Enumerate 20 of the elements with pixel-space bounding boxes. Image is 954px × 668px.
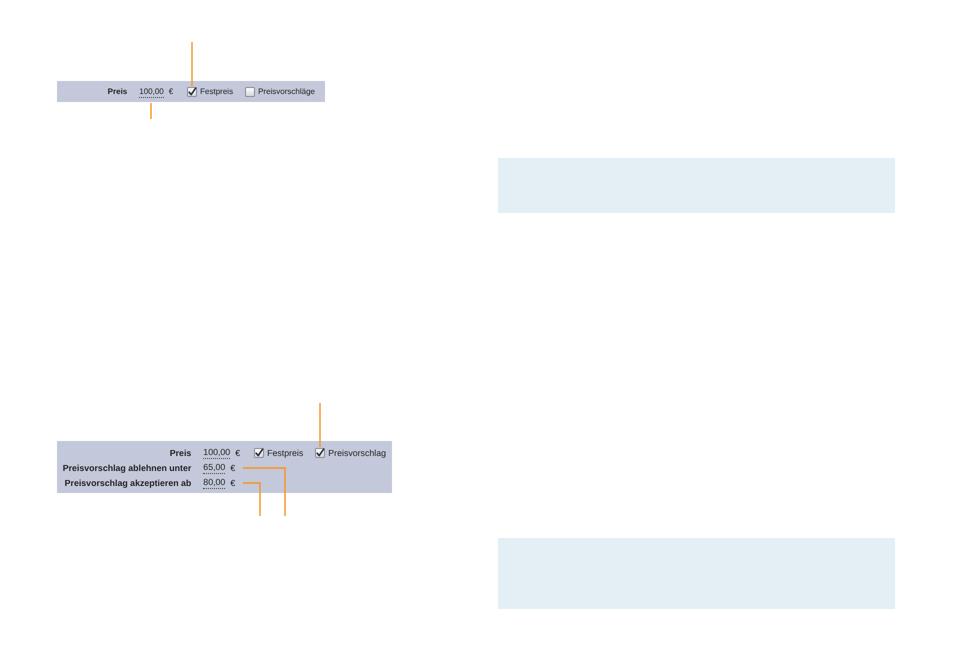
currency-label: € xyxy=(168,87,174,96)
checkbox[interactable] xyxy=(254,448,264,458)
checkbox[interactable] xyxy=(245,86,256,96)
checkbox[interactable] xyxy=(187,86,198,96)
checkbox-label[interactable]: Preisvorschlag xyxy=(328,448,386,458)
field-label: Preisvorschlag akzeptieren ab xyxy=(64,478,192,488)
checkbox[interactable] xyxy=(315,448,326,458)
field-label: Preis xyxy=(108,87,128,96)
price-field[interactable]: 65,00 xyxy=(203,462,226,474)
price-field[interactable]: 100,00 xyxy=(203,446,230,458)
field-label: Preisvorschlag ablehnen unter xyxy=(62,462,192,472)
price-field[interactable]: 80,00 xyxy=(203,476,226,488)
field-label: Preis xyxy=(168,448,192,458)
currency-label: € xyxy=(235,448,240,458)
price-field[interactable]: 100,00 xyxy=(139,86,164,98)
checkbox-label[interactable]: Festpreis xyxy=(267,448,304,458)
currency-label: € xyxy=(230,462,236,472)
checkbox-label[interactable]: Preisvorschläge xyxy=(258,87,315,96)
checkbox-label[interactable]: Festpreis xyxy=(200,87,234,96)
currency-label: € xyxy=(230,478,236,488)
